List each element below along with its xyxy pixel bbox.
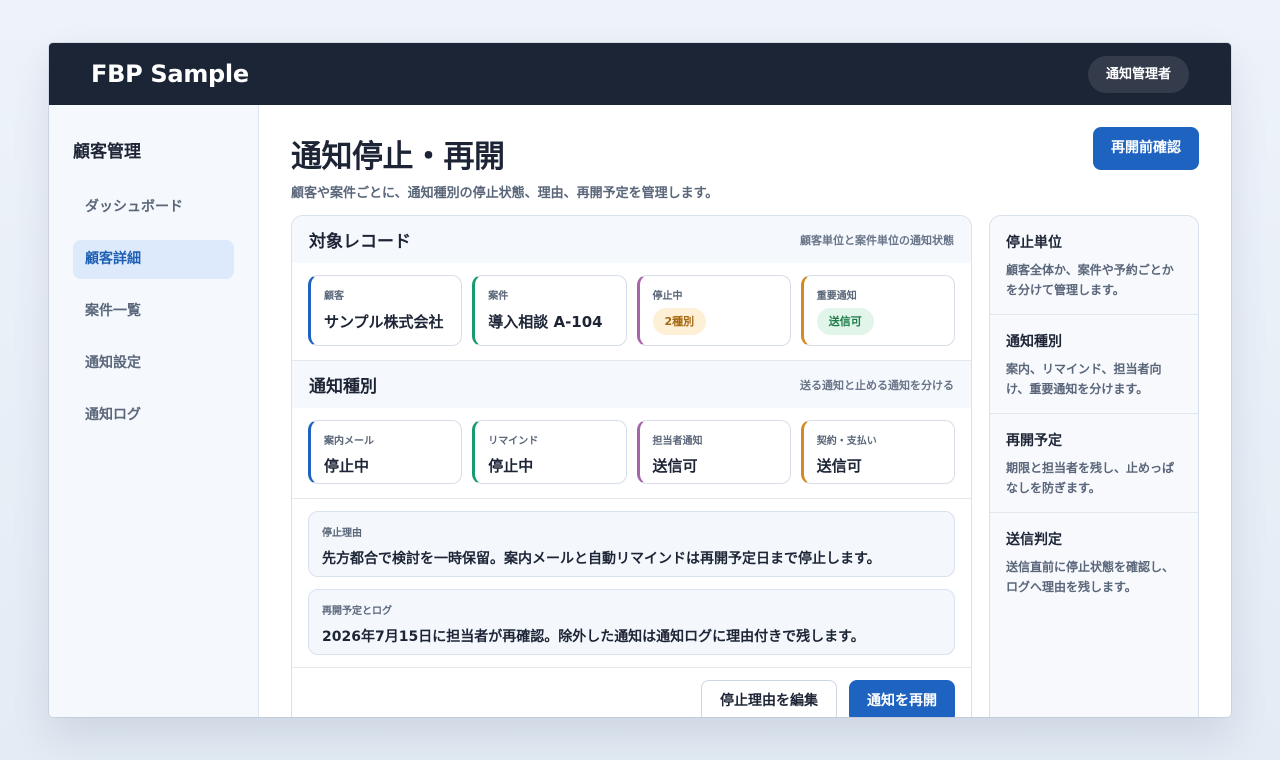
edit-stop-reason-button[interactable]: 停止理由を編集: [701, 680, 837, 717]
card-actions: 停止理由を編集 通知を再開: [292, 667, 971, 717]
guidance-title: 再開予定: [1006, 433, 1062, 449]
tile-status: 停止中: [324, 457, 370, 475]
notification-type-reminder[interactable]: リマインド 停止中: [472, 420, 627, 484]
guidance-item: 送信判定 送信直前に停止状態を確認し、ログへ理由を残します。: [990, 513, 1198, 612]
important-notice-tile: 重要通知 送信可: [800, 275, 955, 346]
guidance-item: 再開予定 期限と担当者を残し、止めっぱなしを防ぎます。: [990, 414, 1198, 513]
tile-status: 送信可: [816, 457, 862, 475]
page-subtitle: 顧客や案件ごとに、通知種別の停止状態、理由、再開予定を管理します。: [291, 186, 719, 201]
sidebar-item-dashboard[interactable]: ダッシュボード: [73, 188, 234, 227]
main-content: 通知停止・再開 顧客や案件ごとに、通知種別の停止状態、理由、再開予定を管理します…: [259, 105, 1231, 717]
top-bar: FBP Sample 通知管理者: [49, 43, 1231, 105]
target-record-title: 対象レコード: [309, 232, 411, 252]
sidebar-title: 顧客管理: [73, 142, 141, 162]
user-role-menu[interactable]: 通知管理者: [1087, 55, 1189, 93]
target-record-tiles: 顧客 サンプル株式会社 案件 導入相談 A-104 停止中 2種別 重要通知 送…: [292, 263, 971, 360]
tile-status: 送信可: [652, 457, 698, 475]
notification-status-card: 対象レコード 顧客単位と案件単位の通知状態 顧客 サンプル株式会社 案件 導入相…: [291, 215, 972, 717]
guidance-text: 送信直前に停止状態を確認し、ログへ理由を残します。: [1006, 560, 1175, 594]
notification-type-guide-mail[interactable]: 案内メール 停止中: [308, 420, 463, 484]
note-label: 停止理由: [322, 528, 362, 539]
tile-label: リマインド: [488, 436, 539, 447]
page-title: 通知停止・再開: [291, 139, 505, 175]
resume-notifications-button[interactable]: 通知を再開: [849, 680, 955, 717]
guidance-item: 通知種別 案内、リマインド、担当者向け、重要通知を分けます。: [990, 315, 1198, 414]
stop-reason-note: 停止理由 先方都合で検討を一時保留。案内メールと自動リマインドは再開予定日まで停…: [308, 511, 955, 577]
guidance-text: 案内、リマインド、担当者向け、重要通知を分けます。: [1006, 362, 1162, 396]
tile-label: 重要通知: [816, 291, 857, 302]
note-text: 2026年7月15日に担当者が再確認。除外した通知は通知ログに理由付きで残します…: [322, 629, 865, 645]
app-body: 顧客管理 ダッシュボード 顧客詳細 案件一覧 通知設定 通知ログ 通知停止・再開…: [49, 105, 1231, 717]
tile-label: 契約・支払い: [816, 436, 877, 447]
notification-type-staff[interactable]: 担当者通知 送信可: [636, 420, 791, 484]
customer-name: サンプル株式会社: [324, 313, 444, 331]
tile-label: 担当者通知: [652, 436, 703, 447]
guidance-title: 通知種別: [1006, 334, 1062, 350]
sidebar-item-customer-detail[interactable]: 顧客詳細: [73, 240, 234, 279]
tile-label: 案内メール: [324, 436, 374, 447]
sidebar-item-deal-list[interactable]: 案件一覧: [73, 292, 234, 331]
notification-types-note: 送る通知と止める通知を分ける: [800, 378, 954, 392]
tile-label: 顧客: [324, 291, 344, 302]
deal-tile[interactable]: 案件 導入相談 A-104: [472, 275, 627, 346]
tile-label: 案件: [488, 291, 509, 302]
brand-logo[interactable]: FBP Sample: [91, 60, 249, 88]
guidance-title: 停止単位: [1006, 235, 1062, 251]
notification-type-tiles: 案内メール 停止中 リマインド 停止中 担当者通知 送信可 契約・支払い 送信可: [292, 408, 971, 498]
deal-name: 導入相談 A-104: [488, 313, 603, 331]
paused-count-badge: 2種別: [652, 308, 707, 335]
guidance-text: 期限と担当者を残し、止めっぱなしを防ぎます。: [1006, 461, 1175, 495]
tile-label: 停止中: [652, 291, 683, 302]
notification-types-title: 通知種別: [309, 377, 377, 397]
content-row: 対象レコード 顧客単位と案件単位の通知状態 顧客 サンプル株式会社 案件 導入相…: [291, 215, 1199, 717]
customer-tile[interactable]: 顧客 サンプル株式会社: [308, 275, 463, 346]
guidance-text: 顧客全体か、案件や予約ごとかを分けて管理します。: [1006, 263, 1174, 297]
target-record-note: 顧客単位と案件単位の通知状態: [800, 233, 954, 247]
notification-type-contract-payment[interactable]: 契約・支払い 送信可: [800, 420, 955, 484]
page-header: 通知停止・再開 顧客や案件ごとに、通知種別の停止状態、理由、再開予定を管理します…: [291, 127, 1199, 215]
sidebar-item-notification-log[interactable]: 通知ログ: [73, 396, 234, 435]
target-record-header: 対象レコード 顧客単位と案件単位の通知状態: [292, 216, 971, 263]
notification-types-header: 通知種別 送る通知と止める通知を分ける: [292, 361, 971, 408]
paused-count-tile: 停止中 2種別: [636, 275, 791, 346]
sidebar-item-notification-settings[interactable]: 通知設定: [73, 344, 234, 383]
confirm-before-resume-button[interactable]: 再開前確認: [1093, 127, 1199, 170]
important-notice-badge: 送信可: [816, 308, 874, 335]
guidance-panel: 停止単位 顧客全体か、案件や予約ごとかを分けて管理します。 通知種別 案内、リマ…: [989, 215, 1199, 717]
guidance-title: 送信判定: [1006, 532, 1062, 548]
resume-schedule-note: 再開予定とログ 2026年7月15日に担当者が再確認。除外した通知は通知ログに理…: [308, 589, 955, 655]
sidebar: 顧客管理 ダッシュボード 顧客詳細 案件一覧 通知設定 通知ログ: [49, 105, 259, 717]
note-text: 先方都合で検討を一時保留。案内メールと自動リマインドは再開予定日まで停止します。: [322, 551, 881, 567]
app-window: FBP Sample 通知管理者 顧客管理 ダッシュボード 顧客詳細 案件一覧 …: [49, 43, 1231, 717]
note-label: 再開予定とログ: [322, 606, 392, 617]
page-heading-group: 通知停止・再開 顧客や案件ごとに、通知種別の停止状態、理由、再開予定を管理します…: [291, 127, 718, 201]
tile-status: 停止中: [488, 457, 534, 475]
notes-area: 停止理由 先方都合で検討を一時保留。案内メールと自動リマインドは再開予定日まで停…: [292, 499, 971, 655]
guidance-item: 停止単位 顧客全体か、案件や予約ごとかを分けて管理します。: [990, 216, 1198, 315]
